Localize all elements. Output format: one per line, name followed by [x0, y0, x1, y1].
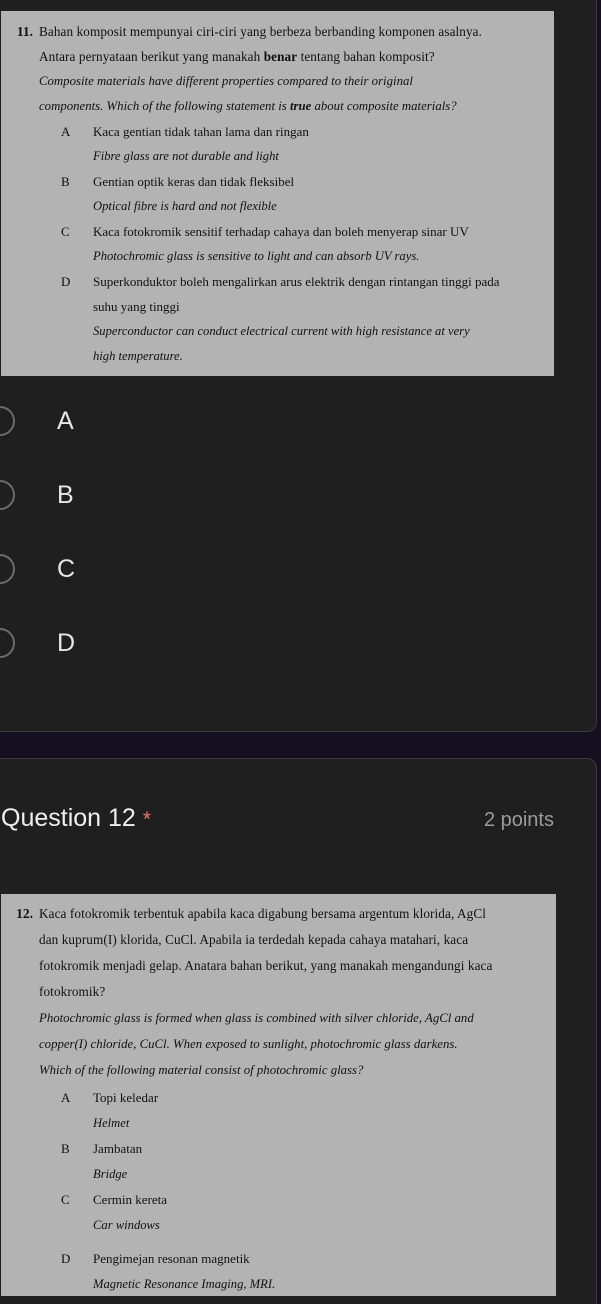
stem-english-keyword-true: true — [289, 99, 312, 113]
answer-choice-label: B — [57, 480, 74, 509]
stem-english-line-3: Which of the following material consist … — [39, 1063, 364, 1077]
scan-option-malay: Kaca fotokromik sensitif terhadap cahaya… — [93, 224, 469, 239]
scan-options-list: A Kaca gentian tidak tahan lama dan ring… — [61, 119, 544, 369]
scan-option-english: Magnetic Resonance Imaging, MRI. — [93, 1276, 276, 1291]
stem-malay-line-2-pre: Antara pernyataan berikut yang manakah — [39, 49, 264, 64]
radio-button-icon[interactable] — [0, 628, 15, 658]
radio-button-icon[interactable] — [0, 406, 15, 436]
stem-malay-line-2: Antara pernyataan berikut yang manakah b… — [39, 44, 544, 69]
scan-question-row: 11. Bahan komposit mempunyai ciri-ciri y… — [1, 19, 544, 369]
answer-choice-a[interactable]: A — [0, 397, 561, 445]
scan-option-english: Photochromic glass is sensitive to light… — [93, 249, 420, 263]
scan-option-letter: A — [61, 1090, 71, 1105]
question-12-title-text: Question 12 — [1, 804, 136, 832]
scan-options-list: A Topi keledar Helmet B Jambatan Bridge — [61, 1085, 546, 1296]
answer-choice-label: A — [57, 406, 74, 435]
scan-option-c: C Cermin kereta Car windows — [61, 1187, 546, 1238]
scan-option-text: Superkonduktor boleh mengalirkan arus el… — [93, 269, 544, 369]
scan-option-text: Cermin kereta Car windows — [93, 1187, 546, 1238]
radio-button-icon[interactable] — [0, 554, 15, 584]
scan-option-english-line-1: Superconductor can conduct electrical cu… — [93, 324, 470, 338]
scan-option-english: Optical fibre is hard and not flexible — [93, 199, 277, 213]
scan-option-text: Pengimejan resonan magnetik Magnetic Res… — [93, 1246, 546, 1296]
scan-option-malay: Kaca gentian tidak tahan lama dan ringan — [93, 124, 309, 139]
question-number: 11. — [16, 24, 33, 39]
scan-option-malay: Jambatan — [93, 1141, 143, 1156]
scan-option-letter: D — [61, 274, 71, 289]
scan-option-text: Topi keledar Helmet — [93, 1085, 546, 1136]
stem-malay-line-3: fotokromik menjadi gelap. Anatara bahan … — [39, 958, 493, 973]
stem-english-line-1: Photochromic glass is formed when glass … — [39, 1011, 474, 1025]
answer-choice-c[interactable]: C — [0, 545, 561, 593]
scan-option-text: Jambatan Bridge — [93, 1136, 546, 1187]
scan-option-english-line-2: high temperature. — [93, 349, 183, 363]
quiz-viewport: 11. Bahan komposit mempunyai ciri-ciri y… — [0, 0, 601, 1304]
scan-option-malay: Topi keledar — [93, 1090, 159, 1105]
stem-english-line-2: copper(I) chloride, CuCl. When exposed t… — [39, 1037, 458, 1051]
question-number: 12. — [16, 906, 33, 921]
stem-malay-line-4: fotokromik? — [39, 984, 106, 999]
question-12-title: Question 12 * — [1, 803, 151, 835]
scan-option-malay-line-1: Superkonduktor boleh mengalirkan arus el… — [93, 274, 500, 289]
scan-option-b: B Jambatan Bridge — [61, 1136, 546, 1187]
stem-english-line-1: Composite materials have different prope… — [39, 74, 413, 88]
required-asterisk: * — [142, 808, 152, 831]
scan-option-text: Kaca fotokromik sensitif terhadap cahaya… — [93, 219, 544, 269]
scan-option-letter: A — [61, 124, 71, 139]
question-card-11: 11. Bahan komposit mempunyai ciri-ciri y… — [0, 0, 597, 732]
answer-choice-b[interactable]: B — [0, 471, 561, 519]
question-body: Bahan komposit mempunyai ciri-ciri yang … — [39, 19, 544, 369]
scan-option-malay-line-2: suhu yang tinggi — [93, 299, 180, 314]
scan-option-a: A Kaca gentian tidak tahan lama dan ring… — [61, 119, 544, 169]
scan-option-a: A Topi keledar Helmet — [61, 1085, 546, 1136]
scan-option-b: B Gentian optik keras dan tidak fleksibe… — [61, 169, 544, 219]
scan-option-malay: Cermin kereta — [93, 1192, 167, 1207]
scan-option-letter: B — [61, 174, 70, 189]
stem-malay-line-2-post: tentang bahan komposit? — [297, 49, 435, 64]
scan-option-c: C Kaca fotokromik sensitif terhadap caha… — [61, 219, 544, 269]
scan-option-malay: Pengimejan resonan magnetik — [93, 1251, 250, 1266]
scan-option-d: D Pengimejan resonan magnetik Magnetic R… — [61, 1246, 546, 1296]
stem-malay-line-1: Kaca fotokromik terbentuk apabila kaca d… — [39, 906, 486, 921]
answer-choice-label: C — [57, 554, 76, 583]
radio-button-icon[interactable] — [0, 480, 15, 510]
scan-option-malay: Gentian optik keras dan tidak fleksibel — [93, 174, 295, 189]
scan-option-letter: D — [61, 1251, 71, 1266]
stem-malay-keyword-benar: benar — [263, 49, 298, 64]
question-11-scan-image: 11. Bahan komposit mempunyai ciri-ciri y… — [1, 11, 554, 376]
question-12-header: Question 12 * 2 points — [1, 803, 554, 835]
scan-question-row: 12. Kaca fotokromik terbentuk apabila ka… — [1, 901, 546, 1296]
stem-english-line-2: components. Which of the following state… — [39, 94, 544, 119]
stem-english-line-2-post: about composite materials? — [311, 99, 457, 113]
answer-choice-label: D — [57, 628, 76, 657]
question-12-points: 2 points — [483, 809, 554, 831]
scan-option-text: Gentian optik keras dan tidak fleksibel … — [93, 169, 544, 219]
question-card-12: Question 12 * 2 points 12. Kaca fotokromi… — [0, 758, 597, 1304]
scan-option-text: Kaca gentian tidak tahan lama dan ringan… — [93, 119, 544, 169]
scan-option-english: Bridge — [93, 1166, 128, 1181]
stem-malay-line-2: dan kuprum(I) klorida, CuCl. Apabila ia … — [39, 932, 469, 947]
stem-english-line-2-pre: components. Which of the following state… — [39, 99, 290, 113]
scan-option-english: Fibre glass are not durable and light — [93, 149, 279, 163]
scan-option-letter: B — [61, 1141, 70, 1156]
scan-option-english: Helmet — [93, 1115, 130, 1130]
scan-option-d: D Superkonduktor boleh mengalirkan arus … — [61, 269, 544, 369]
question-12-scan-image: 12. Kaca fotokromik terbentuk apabila ka… — [1, 894, 556, 1296]
question-body: Kaca fotokromik terbentuk apabila kaca d… — [39, 901, 546, 1296]
scan-option-english: Car windows — [93, 1217, 160, 1232]
answer-choice-d[interactable]: D — [0, 619, 561, 667]
stem-malay-line-1: Bahan komposit mempunyai ciri-ciri yang … — [39, 24, 483, 39]
answer-choices-11: A B C D — [0, 397, 561, 693]
scan-option-letter: C — [61, 1192, 70, 1207]
scan-option-letter: C — [61, 224, 70, 239]
